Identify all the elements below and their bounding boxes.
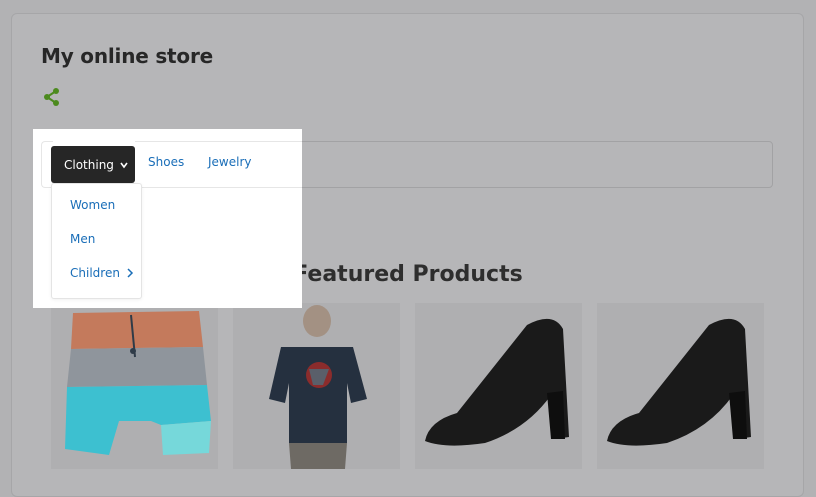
dropdown-item-children[interactable]: Children: [70, 266, 134, 280]
page-title: My online store: [41, 44, 213, 68]
product-image: [269, 305, 367, 469]
product-card[interactable]: [597, 303, 764, 469]
tab-shoes[interactable]: Shoes: [148, 155, 184, 169]
chevron-down-icon: [120, 162, 128, 168]
product-image: [65, 311, 211, 455]
share-icon[interactable]: [42, 87, 62, 107]
product-card[interactable]: [51, 303, 218, 469]
dropdown-item-men[interactable]: Men: [70, 232, 95, 246]
product-image: [607, 318, 751, 446]
tab-clothing[interactable]: Clothing: [51, 146, 135, 183]
tab-jewelry[interactable]: Jewelry: [208, 155, 252, 169]
product-card[interactable]: [415, 303, 582, 469]
product-card[interactable]: [233, 303, 400, 469]
clothing-dropdown: Women Men Children: [51, 183, 142, 299]
dropdown-item-women[interactable]: Women: [70, 198, 115, 212]
tab-clothing-label: Clothing: [64, 157, 114, 172]
product-image: [425, 318, 569, 446]
chevron-right-icon: [127, 268, 133, 278]
dropdown-item-children-label: Children: [70, 266, 120, 280]
